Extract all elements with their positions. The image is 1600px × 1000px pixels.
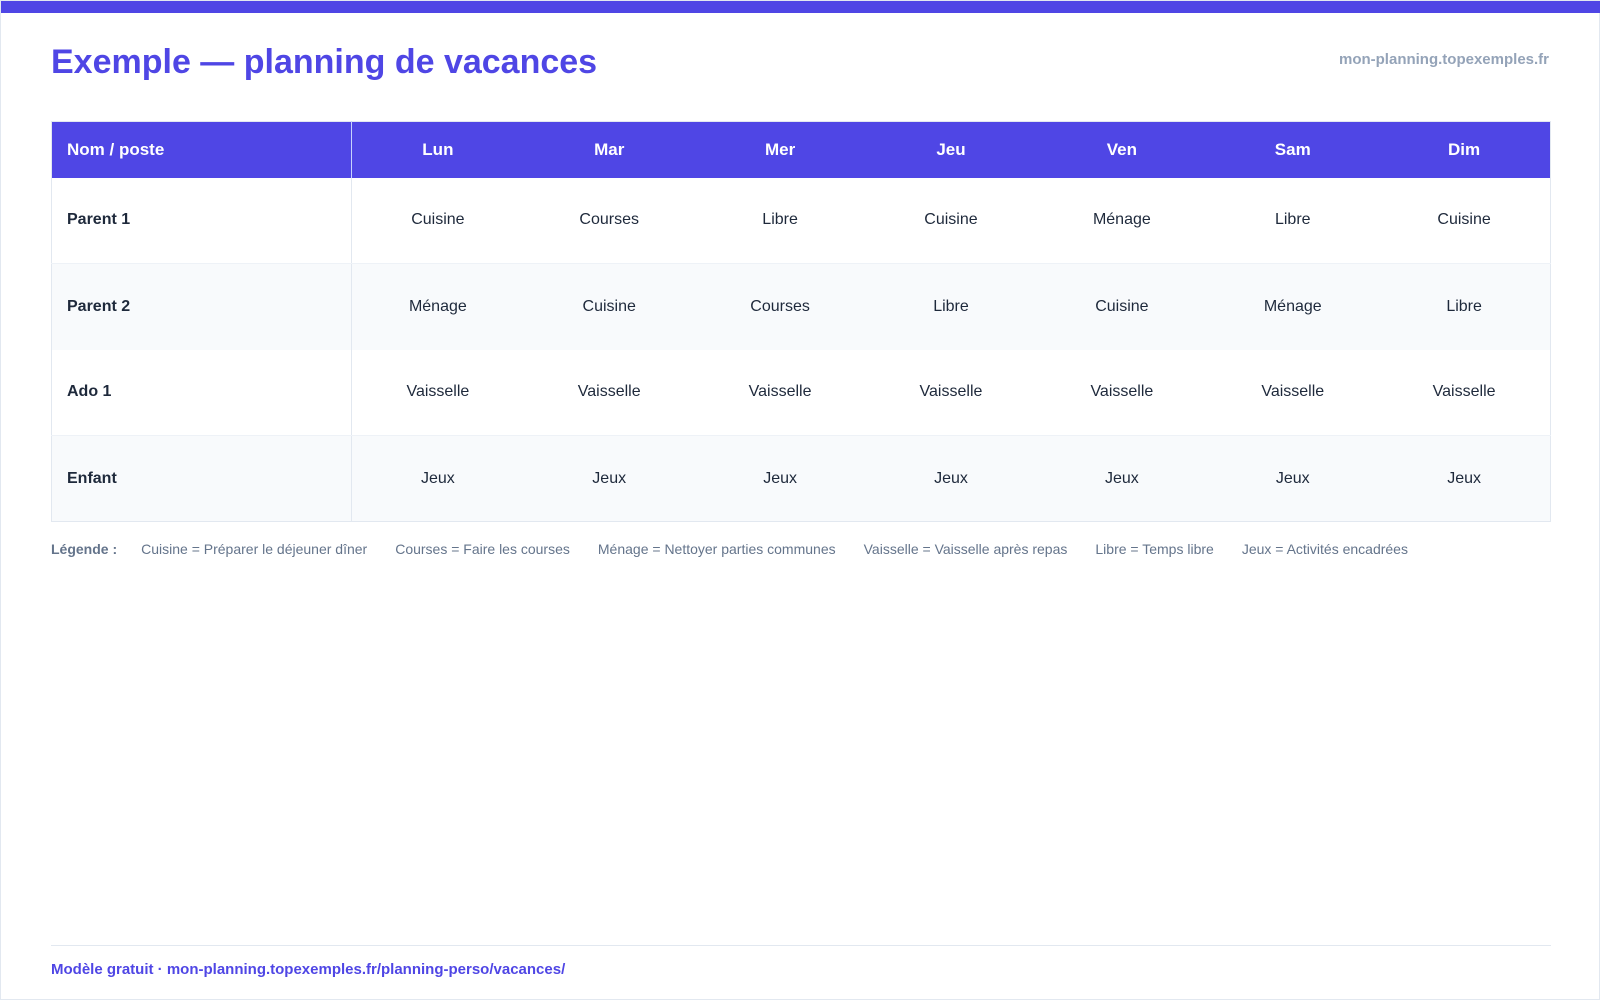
column-header-sam: Sam: [1207, 121, 1379, 178]
table-cell: Cuisine: [1378, 177, 1551, 264]
footer-link[interactable]: Modèle gratuit · mon-planning.topexemple…: [51, 961, 565, 978]
table-cell: Libre: [1378, 263, 1551, 350]
table-cell: Cuisine: [1036, 263, 1208, 350]
legend-item: Jeux = Activités encadrées: [1241, 541, 1408, 557]
table-cell: Vaisselle: [1378, 349, 1551, 436]
table-cell: Libre: [1207, 177, 1379, 264]
table-cell: Vaisselle: [1207, 349, 1379, 436]
column-header-name: Nom / poste: [51, 121, 352, 178]
table-cell: Jeux: [351, 435, 524, 522]
column-header-jeu: Jeu: [865, 121, 1037, 178]
legend-item: Libre = Temps libre: [1095, 541, 1214, 557]
table-cell: Cuisine: [523, 263, 695, 350]
table-cell: Vaisselle: [1036, 349, 1208, 436]
page-title: Exemple — planning de vacances: [51, 43, 598, 81]
table-cell: Courses: [523, 177, 695, 264]
table-cell: Vaisselle: [865, 349, 1037, 436]
table-cell: Libre: [865, 263, 1037, 350]
table-cell: Jeux: [694, 435, 866, 522]
table-cell: Ménage: [1036, 177, 1208, 264]
table-cell: Courses: [694, 263, 866, 350]
column-header-ven: Ven: [1036, 121, 1208, 178]
table-cell: Jeux: [1207, 435, 1379, 522]
column-header-mar: Mar: [523, 121, 695, 178]
table-cell: Jeux: [1378, 435, 1551, 522]
row-name: Parent 2: [51, 263, 352, 350]
row-name: Parent 1: [51, 177, 352, 264]
table-cell: Cuisine: [351, 177, 524, 264]
table-cell: Jeux: [865, 435, 1037, 522]
table-cell: Cuisine: [865, 177, 1037, 264]
row-name: Ado 1: [51, 349, 352, 436]
table-cell: Vaisselle: [694, 349, 866, 436]
table-row: Parent 2 Ménage Cuisine Courses Libre Cu…: [51, 263, 1551, 350]
table-row: Parent 1 Cuisine Courses Libre Cuisine M…: [51, 177, 1551, 264]
row-name: Enfant: [51, 435, 352, 522]
column-header-mer: Mer: [694, 121, 866, 178]
table-header-row: Nom / poste Lun Mar Mer Jeu Ven Sam Dim: [51, 121, 1551, 178]
column-header-lun: Lun: [351, 121, 524, 178]
table-cell: Ménage: [351, 263, 524, 350]
planning-page: Exemple — planning de vacances mon-plann…: [0, 0, 1600, 1000]
table-row: Ado 1 Vaisselle Vaisselle Vaisselle Vais…: [51, 349, 1551, 436]
legend-item: Courses = Faire les courses: [395, 541, 570, 557]
table-cell: Jeux: [523, 435, 695, 522]
schedule-table: Nom / poste Lun Mar Mer Jeu Ven Sam Dim …: [51, 121, 1551, 522]
table-cell: Vaisselle: [351, 349, 524, 436]
table-cell: Jeux: [1036, 435, 1208, 522]
site-link[interactable]: mon-planning.topexemples.fr: [1339, 51, 1549, 68]
accent-top-bar: [1, 1, 1600, 13]
column-header-dim: Dim: [1378, 121, 1551, 178]
table-row: Enfant Jeux Jeux Jeux Jeux Jeux Jeux Jeu…: [51, 435, 1551, 522]
footer-divider: [51, 945, 1551, 946]
legend: Légende : Cuisine = Préparer le déjeuner…: [51, 541, 1408, 557]
table-cell: Vaisselle: [523, 349, 695, 436]
table-cell: Ménage: [1207, 263, 1379, 350]
table-cell: Libre: [694, 177, 866, 264]
legend-item: Cuisine = Préparer le déjeuner dîner: [141, 541, 368, 557]
legend-label: Légende :: [51, 541, 118, 557]
legend-item: Ménage = Nettoyer parties communes: [597, 541, 836, 557]
legend-item: Vaisselle = Vaisselle après repas: [863, 541, 1068, 557]
